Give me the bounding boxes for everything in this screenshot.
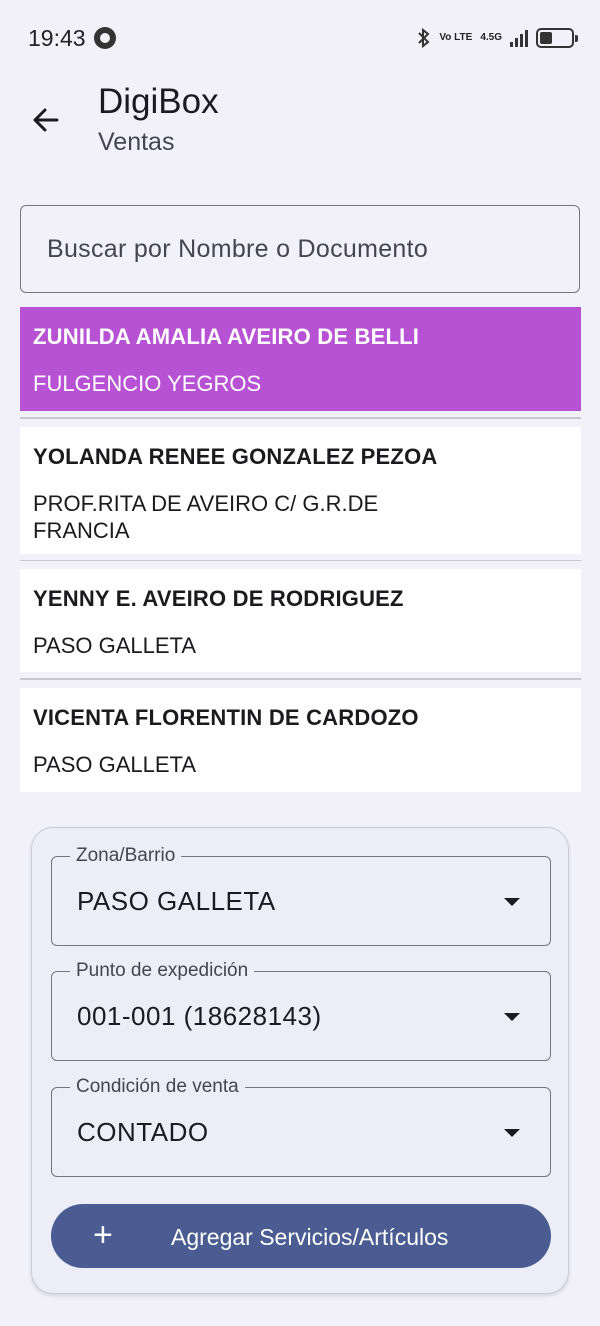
client-name: YENNY E. AVEIRO DE RODRIGUEZ: [33, 586, 404, 611]
divider: [20, 678, 581, 680]
condicion-dropdown[interactable]: Condición de venta CONTADO: [51, 1074, 551, 1177]
network-indicator: Vo LTE: [439, 32, 473, 43]
back-button[interactable]: [22, 96, 70, 144]
zona-dropdown[interactable]: Zona/Barrio PASO GALLETA: [51, 843, 551, 946]
status-time: 19:43: [28, 24, 86, 51]
dropdown-arrow-icon: [504, 1013, 520, 1021]
client-address: PASO GALLETA: [33, 633, 197, 658]
dropdown-arrow-icon: [504, 898, 520, 906]
network-generation: 4.5G: [480, 32, 502, 43]
punto-dropdown[interactable]: Punto de expedición 001-001 (18628143): [51, 958, 551, 1061]
chrome-icon: [93, 27, 116, 49]
battery-icon: [536, 28, 578, 48]
condicion-value: CONTADO: [77, 1116, 209, 1147]
list-item[interactable]: YENNY E. AVEIRO DE RODRIGUEZ PASO GALLET…: [20, 569, 581, 672]
signal-icon: [510, 29, 528, 47]
punto-value: 001-001 (18628143): [77, 1000, 322, 1031]
divider: [20, 417, 581, 419]
client-list: ZUNILDA AMALIA AVEIRO DE BELLI FULGENCIO…: [20, 307, 581, 792]
list-item[interactable]: YOLANDA RENEE GONZALEZ PEZOA PROF.RITA D…: [20, 426, 581, 554]
app-bar: DigiBox Ventas: [0, 76, 600, 176]
divider: [20, 559, 581, 561]
client-address: FULGENCIO YEGROS: [33, 371, 262, 396]
app-subtitle: Ventas: [98, 128, 175, 156]
sale-form-panel: Zona/Barrio PASO GALLETA Punto de expedi…: [31, 827, 569, 1294]
add-items-button[interactable]: + Agregar Servicios/Artículos: [51, 1204, 551, 1268]
plus-icon: +: [93, 1216, 113, 1254]
bluetooth-icon: [418, 27, 430, 49]
add-items-label: Agregar Servicios/Artículos: [171, 1224, 449, 1250]
dropdown-arrow-icon: [504, 1129, 520, 1137]
client-address: PROF.RITA DE AVEIRO C/ G.R.DE FRANCIA: [33, 490, 379, 543]
arrow-left-icon: [33, 108, 59, 132]
list-item[interactable]: VICENTA FLORENTIN DE CARDOZO PASO GALLET…: [20, 687, 581, 792]
client-name: ZUNILDA AMALIA AVEIRO DE BELLI: [33, 324, 420, 349]
zona-value: PASO GALLETA: [77, 885, 276, 916]
status-bar: 19:43 Vo LTE 4.5G: [0, 0, 600, 76]
client-name: VICENTA FLORENTIN DE CARDOZO: [33, 704, 419, 730]
client-name: YOLANDA RENEE GONZALEZ PEZOA: [33, 443, 438, 469]
app-title: DigiBox: [98, 82, 219, 121]
client-address: PASO GALLETA: [33, 751, 197, 777]
search-input[interactable]: [20, 205, 580, 293]
list-item[interactable]: ZUNILDA AMALIA AVEIRO DE BELLI FULGENCIO…: [20, 307, 581, 411]
